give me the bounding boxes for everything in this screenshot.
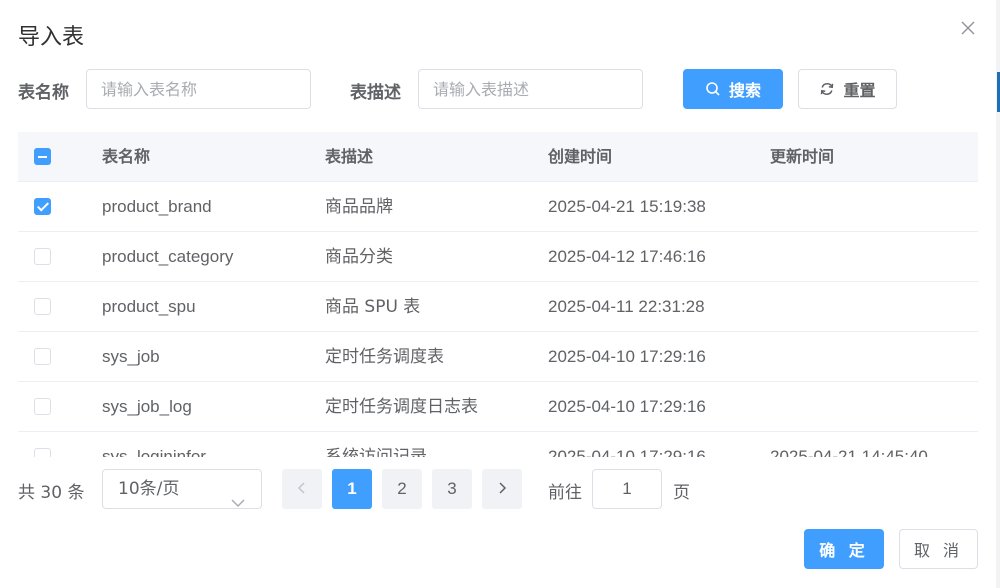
- table-row[interactable]: product_brand 商品品牌 2025-04-21 15:19:38: [18, 182, 978, 232]
- row-checkbox[interactable]: [34, 348, 51, 365]
- row-checkbox[interactable]: [34, 398, 51, 415]
- row-checkbox[interactable]: [34, 248, 51, 265]
- table-desc-cell: 定时任务调度表: [325, 347, 444, 367]
- table-row[interactable]: sys_logininfor 系统访问记录 2025-04-10 17:29:16 2…: [18, 432, 978, 457]
- column-header-created[interactable]: 创建时间: [548, 132, 612, 182]
- row-checkbox[interactable]: [34, 448, 51, 457]
- created-time-cell: 2025-04-21 15:19:38: [548, 197, 706, 216]
- search-button-label: 搜索: [728, 81, 761, 100]
- table-row[interactable]: sys_job 定时任务调度表 2025-04-10 17:29:16: [18, 332, 978, 382]
- column-header-name[interactable]: 表名称: [102, 132, 150, 182]
- cancel-button[interactable]: 取 消: [899, 529, 978, 569]
- created-time-cell: 2025-04-10 17:29:16: [548, 447, 706, 457]
- reset-button[interactable]: 重置: [798, 69, 897, 109]
- updated-time-cell: 2025-04-21 14:45:40: [770, 447, 928, 457]
- table-name-cell: product_spu: [102, 297, 196, 316]
- row-checkbox[interactable]: [34, 298, 51, 315]
- table-name-cell: product_brand: [102, 197, 212, 216]
- created-time-cell: 2025-04-10 17:29:16: [548, 397, 706, 416]
- chevron-left-icon: [297, 479, 307, 499]
- created-time-cell: 2025-04-12 17:46:16: [548, 247, 706, 266]
- goto-page-input[interactable]: [592, 469, 662, 509]
- table-desc-input[interactable]: [418, 69, 643, 109]
- search-icon: [705, 81, 721, 97]
- table-name-label: 表名称: [18, 83, 69, 103]
- next-page-button[interactable]: [482, 469, 522, 509]
- table-name-cell: product_category: [102, 247, 234, 266]
- table-row[interactable]: product_category 商品分类 2025-04-12 17:46:16: [18, 232, 978, 282]
- close-icon[interactable]: [958, 18, 978, 38]
- table-desc-label: 表描述: [350, 83, 401, 103]
- reset-button-label: 重置: [843, 81, 876, 100]
- pagination-total: 共 30 条: [18, 483, 85, 503]
- page-button-2[interactable]: 2: [382, 469, 422, 509]
- chevron-right-icon: [497, 479, 507, 499]
- table-desc-cell: 商品品牌: [325, 197, 393, 217]
- table-name-input[interactable]: [86, 69, 311, 109]
- page-button-3[interactable]: 3: [432, 469, 472, 509]
- column-header-description[interactable]: 表描述: [325, 132, 373, 182]
- refresh-icon: [819, 81, 835, 97]
- page-size-select[interactable]: 10条/页: [102, 469, 262, 509]
- table-name-cell: sys_job_log: [102, 397, 192, 416]
- page-button-1[interactable]: 1: [332, 469, 372, 509]
- table-desc-cell: 定时任务调度日志表: [325, 397, 478, 417]
- goto-label: 前往: [548, 483, 582, 503]
- chevron-down-icon: [231, 484, 245, 522]
- tables-table: 表名称 表描述 创建时间 更新时间 product_brand 商品品牌 2025-…: [18, 132, 978, 457]
- table-row[interactable]: sys_job_log 定时任务调度日志表 2025-04-10 17:29:16: [18, 382, 978, 432]
- created-time-cell: 2025-04-10 17:29:16: [548, 347, 706, 366]
- search-button[interactable]: 搜索: [683, 69, 783, 109]
- table-header: 表名称 表描述 创建时间 更新时间: [18, 132, 978, 182]
- table-desc-cell: 商品分类: [325, 247, 393, 267]
- column-header-updated[interactable]: 更新时间: [770, 132, 834, 182]
- table-name-cell: sys_job: [102, 347, 160, 366]
- table-row[interactable]: product_spu 商品 SPU 表 2025-04-11 22:31:28: [18, 282, 978, 332]
- row-checkbox[interactable]: [34, 198, 51, 215]
- select-all-checkbox[interactable]: [34, 148, 51, 165]
- table-desc-cell: 商品 SPU 表: [325, 297, 421, 317]
- table-desc-cell: 系统访问记录: [325, 447, 427, 457]
- created-time-cell: 2025-04-11 22:31:28: [548, 297, 705, 316]
- page-suffix-label: 页: [673, 483, 690, 503]
- prev-page-button[interactable]: [282, 469, 322, 509]
- dialog-title: 导入表: [18, 25, 85, 50]
- table-name-cell: sys_logininfor: [102, 447, 206, 457]
- import-table-dialog: 导入表 表名称 表描述 搜索 重置 表名称 表描述 创建时间 更新时间 prod…: [0, 0, 996, 588]
- background-page-strip: [996, 0, 1000, 588]
- page-size-value: 10条/页: [118, 479, 180, 499]
- confirm-button[interactable]: 确 定: [804, 529, 884, 569]
